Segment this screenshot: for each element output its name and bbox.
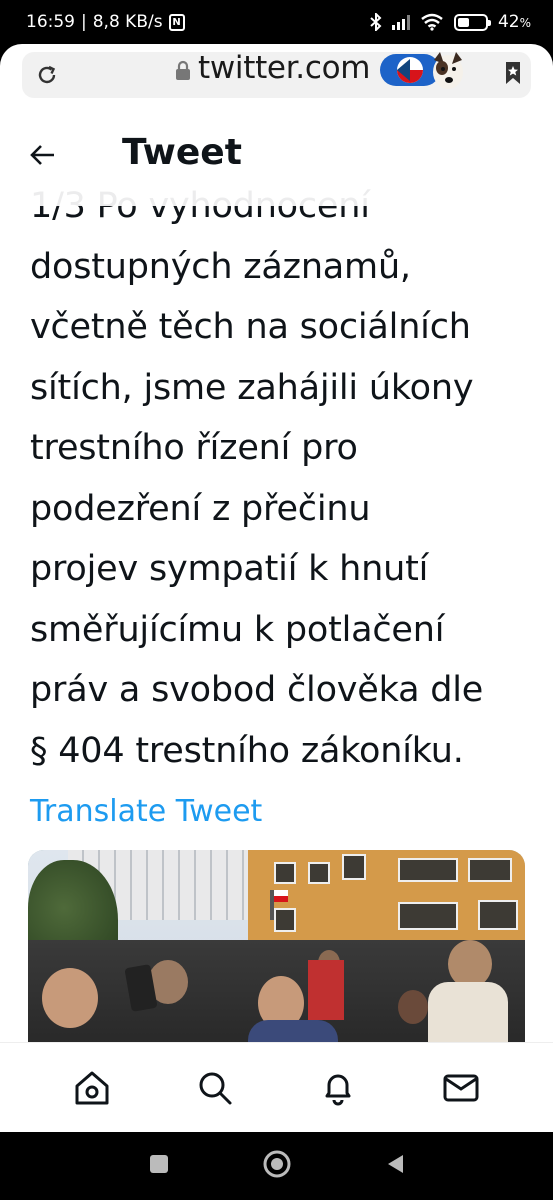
system-navigation <box>0 1132 553 1200</box>
photo-crowd <box>28 940 525 1042</box>
back-system-button[interactable] <box>384 1152 406 1180</box>
tweet-line: dostupných záznamů, <box>30 246 411 287</box>
nav-home[interactable] <box>62 1058 122 1118</box>
tweet-line: trestního řízení pro <box>30 428 358 468</box>
status-divider: | <box>81 12 87 32</box>
back-triangle-icon <box>387 1155 403 1173</box>
battery-percent: 42% <box>497 12 531 32</box>
bottom-navigation <box>0 1042 553 1132</box>
battery-icon <box>453 13 491 31</box>
wifi-icon <box>421 13 443 31</box>
tweet-header: Tweet <box>0 110 553 206</box>
status-time: 16:59 <box>26 12 75 32</box>
search-icon <box>199 1072 232 1104</box>
notifications-icon <box>325 1074 351 1105</box>
tweet-text: 1/3 Po vyhodnocení dostupných záznamů, v… <box>30 176 540 781</box>
tweet-line: práv a svobod člověka dle <box>30 670 484 710</box>
nav-search[interactable] <box>185 1058 245 1118</box>
reload-icon <box>38 65 56 84</box>
page-title: Tweet <box>122 132 242 173</box>
recents-icon <box>149 1155 168 1173</box>
nav-notifications[interactable] <box>308 1058 368 1118</box>
bookmark-icon <box>506 62 520 84</box>
bluetooth-icon <box>370 13 382 31</box>
tweet-line: projev sympatií k hnutí <box>30 549 429 589</box>
url-text[interactable]: twitter.com <box>198 50 370 86</box>
home-system-button[interactable] <box>262 1149 292 1183</box>
status-right: 42% <box>370 12 531 32</box>
messages-icon <box>443 1074 479 1101</box>
back-arrow-icon <box>30 145 54 165</box>
tweet-line: § 404 trestního zákoníku. <box>30 730 464 771</box>
flag-avatar-badge[interactable] <box>380 50 484 89</box>
nfc-icon: N <box>168 13 185 31</box>
tweet-photo[interactable] <box>28 850 525 1042</box>
tweet-line: podezření z přečinu <box>30 488 371 529</box>
recents-button[interactable] <box>148 1153 170 1179</box>
network-speed: 8,8 KB/s <box>92 12 163 32</box>
lock-icon-glyph <box>176 60 190 80</box>
home-circle-icon <box>263 1150 290 1178</box>
nav-messages[interactable] <box>431 1058 491 1118</box>
back-button[interactable] <box>28 140 58 174</box>
tweet-line: včetně těch na sociálních <box>30 307 471 347</box>
signal-icon <box>391 14 410 30</box>
translate-tweet-link[interactable]: Translate Tweet <box>30 794 262 829</box>
status-left: 16:59 | 8,8 KB/s N <box>26 12 185 32</box>
tweet-line: směřujícímu k potlačení <box>30 609 445 650</box>
reload-button[interactable] <box>22 52 72 98</box>
tweet-line: sítích, jsme zahájili úkony <box>30 367 474 408</box>
status-bar: 16:59 | 8,8 KB/s N 42% <box>0 0 553 44</box>
browser-toolbar: twitter.com <box>0 44 553 110</box>
bookmark-button[interactable] <box>503 60 523 90</box>
czech-flag-dog-icon <box>380 52 463 89</box>
tweet-page: Tweet 1/3 Po vyhodnocení dostupných zázn… <box>0 110 553 1042</box>
home-icon <box>75 1071 109 1104</box>
